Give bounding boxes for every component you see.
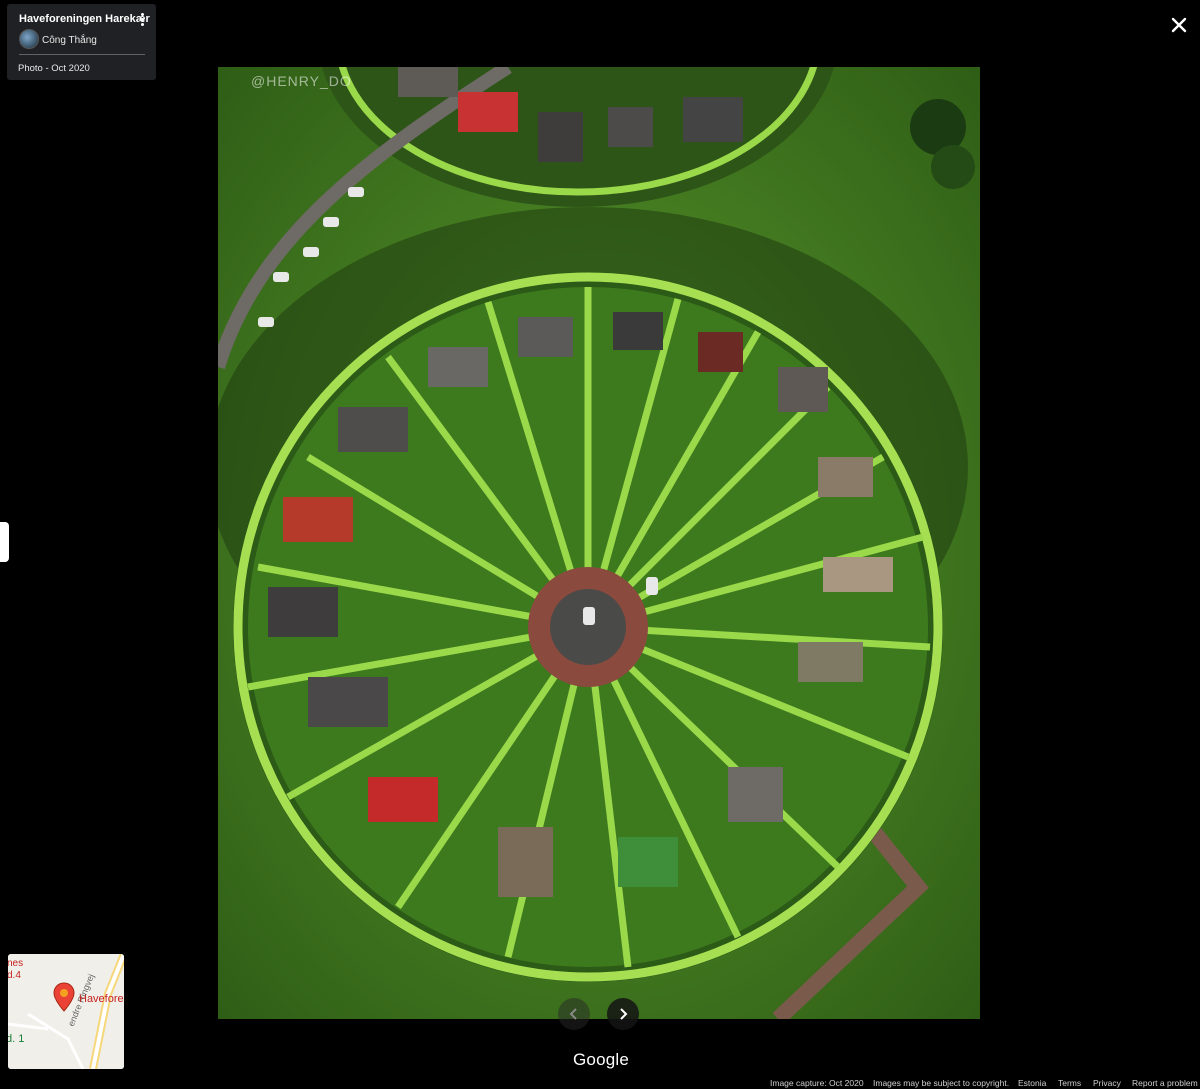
privacy-link[interactable]: Privacy (1093, 1078, 1121, 1088)
author-avatar[interactable] (19, 29, 39, 49)
copyright-notice: Images may be subject to copyright. (873, 1078, 1010, 1088)
side-panel-toggle[interactable] (0, 522, 9, 562)
photo-date: Photo - Oct 2020 (18, 63, 90, 74)
previous-photo-button[interactable] (558, 998, 590, 1030)
minimap-label-d1: d. 1 (8, 1033, 25, 1045)
country-link[interactable]: Estonia (1018, 1078, 1046, 1088)
map-pin-icon (53, 982, 75, 1012)
report-problem-link[interactable]: Report a problem (1132, 1078, 1198, 1088)
more-vert-icon[interactable] (135, 12, 149, 30)
chevron-right-icon (620, 1008, 628, 1020)
close-icon[interactable] (1168, 14, 1190, 36)
photo-watermark: @HENRY_DO (251, 73, 352, 89)
minimap-place-label: Havefore (79, 993, 124, 1005)
google-logo: Google (573, 1050, 630, 1069)
info-card: Haveforeningen Harekær Công Thắng Photo … (7, 4, 156, 80)
chevron-left-icon (569, 1008, 577, 1020)
minimap-label-es: nes (8, 958, 24, 969)
card-divider (19, 54, 145, 55)
next-photo-button[interactable] (607, 998, 639, 1030)
image-capture-date: Image capture: Oct 2020 (770, 1078, 864, 1088)
aerial-photo[interactable]: @HENRY_DO (218, 67, 980, 1019)
terms-link[interactable]: Terms (1058, 1078, 1081, 1088)
author-name[interactable]: Công Thắng (42, 35, 97, 46)
minimap-label-d4: d.4 (8, 970, 21, 981)
place-name[interactable]: Haveforeningen Harekær (19, 13, 150, 25)
minimap[interactable]: nes d.4 d. 1 endre Ringvej Havefore (8, 954, 124, 1069)
